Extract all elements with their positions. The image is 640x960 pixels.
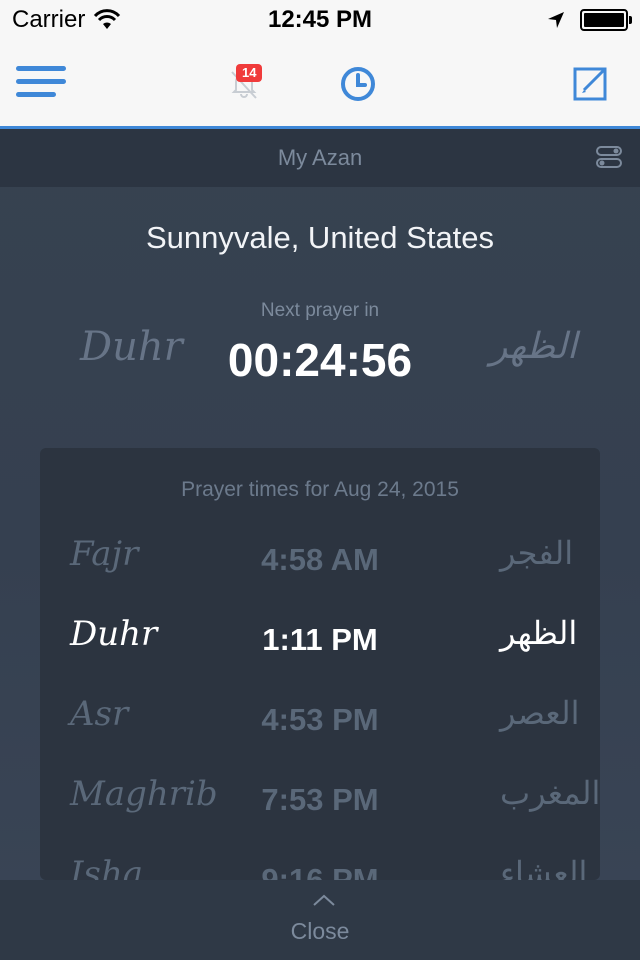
location-title: Sunnyvale, United States (145, 220, 495, 255)
battery-icon (580, 9, 632, 31)
prayer-name-arabic: الظهر (500, 614, 578, 652)
prayer-name-arabic: الفجر (500, 534, 574, 572)
carrier-label: Carrier (12, 6, 86, 33)
settings-toggle-icon[interactable] (596, 145, 622, 169)
prayer-row-asr[interactable]: Asr 4:53 PM العصر (40, 690, 600, 750)
next-prayer-arabic-calligraphy: الظهر (490, 326, 577, 367)
prayer-name-arabic: العشاء (500, 854, 588, 880)
prayer-row-isha[interactable]: Isha 9:16 PM العشاء (40, 850, 600, 880)
compose-icon (573, 67, 607, 101)
status-right (546, 9, 640, 31)
menu-line-icon (16, 92, 56, 97)
compose-button[interactable] (572, 64, 610, 102)
menu-line-icon (16, 66, 66, 71)
wifi-icon (94, 9, 121, 29)
status-bar: Carrier 12:45 PM (0, 0, 640, 40)
prayer-row-fajr[interactable]: Fajr 4:58 AM الفجر (40, 530, 600, 590)
clock-button[interactable] (338, 64, 378, 104)
close-button[interactable]: Close (0, 918, 640, 945)
prayer-row-duhr[interactable]: Duhr 1:11 PM الظهر (40, 610, 600, 670)
location-arrow-icon (548, 12, 564, 28)
page-title: My Azan (0, 129, 640, 187)
prayer-name-arabic: العصر (500, 694, 580, 732)
nav-bar (0, 40, 640, 129)
menu-line-icon (16, 79, 66, 84)
menu-button[interactable] (16, 66, 66, 102)
next-prayer-label: Next prayer in (260, 300, 380, 321)
clock-icon (341, 67, 375, 101)
chevron-up-icon (313, 894, 335, 906)
status-left: Carrier (0, 6, 121, 34)
prayer-name-arabic: المغرب (500, 774, 601, 812)
notification-badge: 14 (236, 64, 263, 82)
prayer-row-maghrib[interactable]: Maghrib 7:53 PM المغرب (40, 770, 600, 830)
prayer-times-title: Prayer times for Aug 24, 2015 (181, 478, 459, 501)
